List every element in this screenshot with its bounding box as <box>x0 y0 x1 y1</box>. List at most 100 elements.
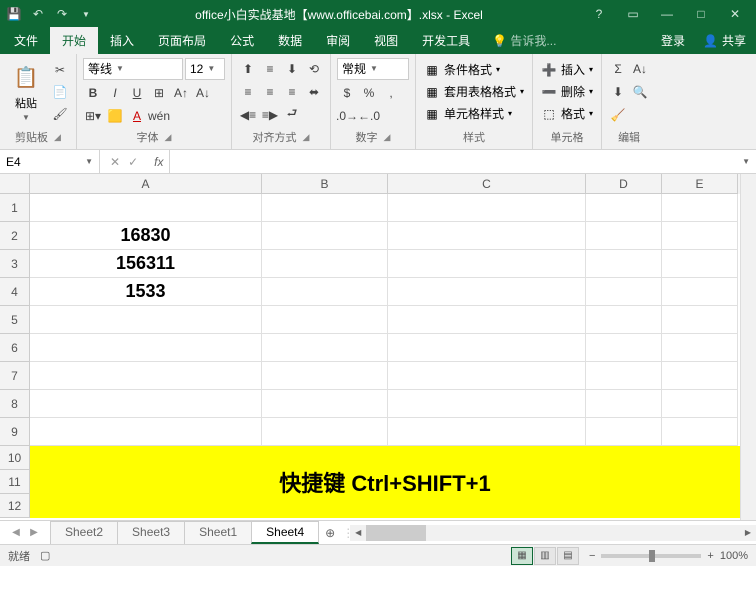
cell-A1[interactable] <box>30 194 262 222</box>
sheet-tab-sheet4[interactable]: Sheet4 <box>251 521 319 544</box>
select-all-button[interactable] <box>0 174 30 194</box>
row-header-9[interactable]: 9 <box>0 418 30 446</box>
cell-D2[interactable] <box>586 222 662 250</box>
align-dialog-icon[interactable]: ◢ <box>303 132 310 143</box>
decrease-indent-button[interactable]: ◀≡ <box>238 105 258 125</box>
increase-font-button[interactable]: A↑ <box>171 83 191 103</box>
paste-dropdown-icon[interactable]: ▼ <box>22 113 30 122</box>
cell-E5[interactable] <box>662 306 738 334</box>
cell-E2[interactable] <box>662 222 738 250</box>
cell-D6[interactable] <box>586 334 662 362</box>
accounting-format-button[interactable]: $ <box>337 83 357 103</box>
sheet-tab-sheet2[interactable]: Sheet2 <box>50 521 118 544</box>
cell-B8[interactable] <box>262 390 388 418</box>
align-center-button[interactable]: ≡ <box>260 82 280 102</box>
format-cells-button[interactable]: ⬚格式▾ <box>539 104 595 123</box>
normal-view-button[interactable]: ▦ <box>511 547 533 565</box>
tab-view[interactable]: 视图 <box>362 27 410 54</box>
find-button[interactable]: 🔍 <box>630 82 650 102</box>
accept-formula-icon[interactable]: ✓ <box>128 155 138 169</box>
zoom-out-button[interactable]: − <box>589 550 595 562</box>
cell-B7[interactable] <box>262 362 388 390</box>
increase-indent-button[interactable]: ≡▶ <box>260 105 280 125</box>
cell-C2[interactable] <box>388 222 586 250</box>
cell-E3[interactable] <box>662 250 738 278</box>
sheet-tab-sheet3[interactable]: Sheet3 <box>117 521 185 544</box>
qat-dropdown-icon[interactable]: ▼ <box>78 6 94 22</box>
fill-button[interactable]: ⬇ <box>608 82 628 102</box>
merge-button[interactable]: ⬌ <box>304 82 324 102</box>
font-dialog-icon[interactable]: ◢ <box>165 132 172 143</box>
tab-layout[interactable]: 页面布局 <box>146 27 218 54</box>
cell-styles-button[interactable]: ▦单元格样式▾ <box>422 104 526 123</box>
expand-formula-icon[interactable]: ▼ <box>736 157 756 166</box>
row-header-7[interactable]: 7 <box>0 362 30 390</box>
tell-me-search[interactable]: 💡 告诉我... <box>482 27 566 54</box>
help-icon[interactable]: ? <box>584 4 614 24</box>
border-dropdown[interactable]: ⊞▾ <box>83 106 103 126</box>
zoom-slider[interactable] <box>601 554 701 558</box>
conditional-format-button[interactable]: ▦条件格式▾ <box>422 60 526 79</box>
cell-A3[interactable]: 156311 <box>30 250 262 278</box>
format-painter-button[interactable]: 🖌 <box>50 104 70 124</box>
maximize-icon[interactable]: □ <box>686 4 716 24</box>
underline-button[interactable]: U <box>127 83 147 103</box>
formula-input[interactable] <box>170 150 736 173</box>
cut-button[interactable]: ✂ <box>50 60 70 80</box>
share-button[interactable]: 👤共享 <box>695 27 754 54</box>
fill-color-button[interactable]: 🟨 <box>105 106 125 126</box>
scroll-right-icon[interactable]: ▶ <box>740 528 756 537</box>
row-header-1[interactable]: 1 <box>0 194 30 222</box>
cell-A9[interactable] <box>30 418 262 446</box>
cell-A6[interactable] <box>30 334 262 362</box>
cell-B4[interactable] <box>262 278 388 306</box>
align-middle-button[interactable]: ≡ <box>260 59 280 79</box>
sheet-next-icon[interactable]: ▶ <box>26 525 42 541</box>
undo-icon[interactable]: ↶ <box>30 6 46 22</box>
percent-format-button[interactable]: % <box>359 83 379 103</box>
cell-D3[interactable] <box>586 250 662 278</box>
wrap-text-button[interactable]: ⮐ <box>282 105 302 125</box>
tab-developer[interactable]: 开发工具 <box>410 27 482 54</box>
cell-B1[interactable] <box>262 194 388 222</box>
cell-B3[interactable] <box>262 250 388 278</box>
sheet-tab-sheet1[interactable]: Sheet1 <box>184 521 252 544</box>
cell-D5[interactable] <box>586 306 662 334</box>
new-sheet-button[interactable]: ⊕ <box>318 526 342 540</box>
horizontal-scrollbar[interactable]: ◀ ▶ <box>350 525 756 541</box>
align-bottom-button[interactable]: ⬇ <box>282 59 302 79</box>
cell-A5[interactable] <box>30 306 262 334</box>
page-layout-view-button[interactable]: ▥ <box>534 547 556 565</box>
sort-filter-button[interactable]: A↓ <box>630 59 650 79</box>
paste-button[interactable]: 📋 粘贴 ▼ <box>6 59 46 124</box>
decrease-font-button[interactable]: A↓ <box>193 83 213 103</box>
align-right-button[interactable]: ≡ <box>282 82 302 102</box>
cell-A4[interactable]: 1533 <box>30 278 262 306</box>
login-button[interactable]: 登录 <box>651 27 695 54</box>
row-header-3[interactable]: 3 <box>0 250 30 278</box>
cell-D7[interactable] <box>586 362 662 390</box>
cell-E6[interactable] <box>662 334 738 362</box>
cell-D9[interactable] <box>586 418 662 446</box>
font-name-combo[interactable]: 等线▼ <box>83 58 183 80</box>
vertical-scrollbar[interactable] <box>740 174 756 520</box>
column-header-A[interactable]: A <box>30 174 262 194</box>
cell-B5[interactable] <box>262 306 388 334</box>
cells-container[interactable]: 168301563111533快捷键 Ctrl+SHIFT+1 <box>30 194 740 520</box>
hscroll-thumb[interactable] <box>366 525 426 541</box>
tab-split-handle[interactable]: ⋮ <box>342 526 350 540</box>
cell-C6[interactable] <box>388 334 586 362</box>
row-header-11[interactable]: 11 <box>0 470 30 494</box>
tab-review[interactable]: 审阅 <box>314 27 362 54</box>
cell-C1[interactable] <box>388 194 586 222</box>
scroll-left-icon[interactable]: ◀ <box>350 528 366 537</box>
redo-icon[interactable]: ↷ <box>54 6 70 22</box>
column-header-E[interactable]: E <box>662 174 738 194</box>
align-top-button[interactable]: ⬆ <box>238 59 258 79</box>
phonetic-button[interactable]: wén <box>149 106 169 126</box>
save-icon[interactable]: 💾 <box>6 6 22 22</box>
cell-D4[interactable] <box>586 278 662 306</box>
number-format-combo[interactable]: 常规▼ <box>337 58 409 80</box>
font-color-button[interactable]: A <box>127 106 147 126</box>
cell-A8[interactable] <box>30 390 262 418</box>
